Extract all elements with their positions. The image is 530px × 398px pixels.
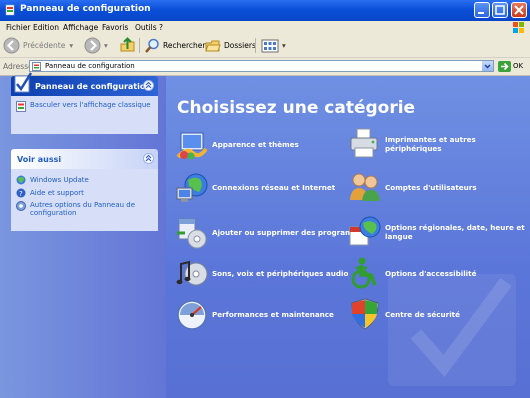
page-title: Choisissez une catégorie [177,98,416,118]
menu-tools[interactable]: Outils [135,23,157,32]
search-label: Rechercher [163,41,206,50]
go-label: OK [513,62,524,70]
network-icon [175,170,209,204]
window-title: Panneau de configuration [20,4,151,14]
other-options-icon [16,201,26,213]
other-options-link[interactable]: Autres options du Panneau de configurati… [30,201,154,217]
up-folder-button[interactable] [119,36,139,55]
close-button[interactable] [511,2,527,18]
up-folder-icon [120,37,135,52]
menu-file[interactable]: Fichier [6,23,31,32]
collapse-chevron-icon[interactable] [143,80,154,91]
control-panel-window: Panneau de configuration Fichier Edition… [0,0,530,398]
category-add-remove-label: Ajouter ou supprimer des programmes [212,227,370,237]
toolbar: Précédente ▾ ▾ Rechercher Dossiers ▾ [0,34,530,58]
back-button[interactable]: Précédente ▾ [3,36,73,55]
users-icon [348,170,382,204]
add-remove-icon [175,215,209,249]
svg-text:?: ? [19,190,23,198]
search-icon [145,38,159,53]
category-appearance-label: Apparence et thèmes [212,139,299,149]
category-user-accounts[interactable]: Comptes d'utilisateurs [348,170,477,204]
category-network-label: Connexions réseau et Internet [212,182,336,192]
forward-arrow-icon [84,37,101,54]
switch-classic-view-link[interactable]: Basculer vers l'affichage classique [30,101,152,109]
see-also-section-body: Windows Update ? Aide et support Autres … [11,169,158,231]
control-panel-section-title: Panneau de configuration [35,82,152,91]
address-field[interactable]: Panneau de configuration [29,60,494,72]
address-folder-icon [32,62,43,73]
category-printers-label: Imprimantes et autres périphériques [385,135,476,153]
category-view: Choisissez une catégorie Apparence et th… [166,76,530,398]
go-button[interactable]: OK [498,60,528,72]
menu-help[interactable]: ? [159,23,163,32]
close-icon [514,5,524,15]
appearance-icon [175,127,209,161]
control-panel-section: Panneau de configuration Basculer vers l… [11,72,158,134]
control-panel-section-header[interactable]: Panneau de configuration [11,72,158,96]
folders-label: Dossiers [224,41,256,50]
category-network[interactable]: Connexions réseau et Internet [175,170,335,204]
category-appearance[interactable]: Apparence et thèmes [175,127,299,161]
windows-logo-icon [512,22,526,33]
menu-favorites[interactable]: Favoris [102,23,128,32]
help-support-icon: ? [16,188,26,200]
regional-icon [348,215,382,249]
switch-view-icon [16,101,27,114]
performance-icon [175,297,209,331]
views-button[interactable]: ▾ [261,36,286,55]
category-regional-label: Options régionales, date, heure et langu… [385,223,525,241]
see-also-section-header[interactable]: Voir aussi [11,149,158,169]
back-arrow-icon [3,37,20,54]
help-support-link[interactable]: Aide et support [30,189,84,197]
see-also-section-title: Voir aussi [17,155,62,164]
category-performance-label: Performances et maintenance [212,309,334,319]
category-user-accounts-label: Comptes d'utilisateurs [385,182,477,192]
search-button[interactable]: Rechercher [144,36,205,55]
folders-button[interactable]: Dossiers [205,36,256,55]
views-dropdown-icon[interactable]: ▾ [282,41,286,50]
back-label: Précédente [23,41,66,50]
forward-dropdown-icon[interactable]: ▾ [104,41,108,50]
category-add-remove[interactable]: Ajouter ou supprimer des programmes [175,215,369,249]
task-pane: Panneau de configuration Basculer vers l… [0,72,166,398]
accessibility-icon [348,256,382,290]
address-bar: Adresse Panneau de configuration OK [0,58,530,76]
see-also-chevron-icon[interactable] [143,153,154,164]
category-regional[interactable]: Options régionales, date, heure et langu… [348,215,530,249]
menu-view[interactable]: Affichage [63,23,98,32]
category-accessibility-label: Options d'accessibilité [385,268,477,278]
go-arrow-icon [498,60,511,72]
title-bar[interactable]: Panneau de configuration [0,0,530,21]
control-panel-section-body: Basculer vers l'affichage classique [11,96,158,134]
security-shield-icon [348,297,382,331]
folders-icon [205,40,221,51]
maximize-icon [495,5,505,15]
windows-update-link[interactable]: Windows Update [30,176,89,184]
minimize-icon [478,12,484,14]
category-performance[interactable]: Performances et maintenance [175,297,334,331]
control-panel-icon [5,4,16,16]
address-value: Panneau de configuration [45,62,135,70]
views-icon [261,39,279,52]
address-dropdown-button[interactable] [482,61,493,71]
category-accessibility[interactable]: Options d'accessibilité [348,256,476,290]
windows-update-icon [16,175,26,187]
printer-icon [348,127,382,161]
chevron-down-icon [484,64,491,69]
category-sound-label: Sons, voix et périphériques audio [212,268,349,278]
control-panel-check-icon [13,72,33,96]
menu-edit[interactable]: Edition [33,23,59,32]
forward-button[interactable]: ▾ [84,36,108,55]
maximize-button[interactable] [492,2,508,18]
category-security-center[interactable]: Centre de sécurité [348,297,460,331]
minimize-button[interactable] [474,2,490,18]
back-dropdown-icon[interactable]: ▾ [69,41,73,50]
category-sound[interactable]: Sons, voix et périphériques audio [175,256,348,290]
see-also-section: Voir aussi Windows Update ? Aide et supp… [11,149,158,231]
category-security-center-label: Centre de sécurité [385,309,460,319]
category-printers[interactable]: Imprimantes et autres périphériques [348,127,530,161]
sound-icon [175,256,209,290]
menu-bar: Fichier Edition Affichage Favoris Outils… [0,21,530,35]
